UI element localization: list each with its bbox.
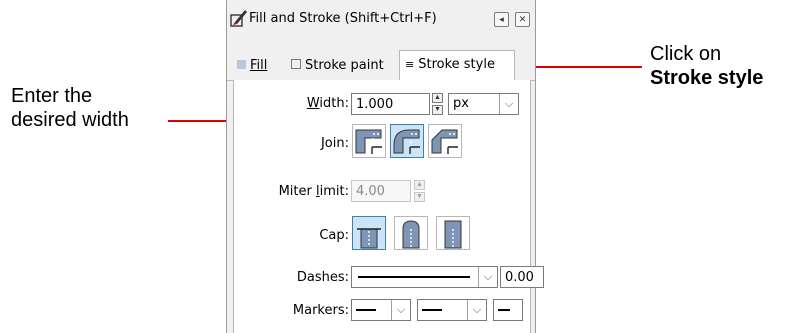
fill-and-stroke-dialog: Fill and Stroke (Shift+Ctrl+F) ◂ ✕ Fill … [226,0,544,333]
spin-down-icon[interactable]: ▼ [414,192,425,202]
spin-down-icon[interactable]: ▼ [432,105,443,115]
fill-swatch-icon [237,60,246,69]
square-cap-icon [444,220,462,249]
close-icon[interactable]: ✕ [515,12,530,27]
dialog-titlebar[interactable]: Fill and Stroke (Shift+Ctrl+F) ◂ ✕ [227,0,535,36]
dash-offset-input[interactable]: 0.00 [500,266,544,288]
miter-join-button[interactable] [352,124,386,158]
round-cap-button[interactable] [394,216,428,250]
chevron-down-icon: ⌵ [467,300,486,320]
callout-line: Stroke style [650,66,763,90]
stroke-style-icon: ≡ [405,58,415,71]
stroke-style-callout: Click on Stroke style [650,42,763,90]
dialog-title: Fill and Stroke (Shift+Ctrl+F) [249,11,437,26]
mid-marker-select[interactable]: ⌵ [417,299,487,321]
square-cap-button[interactable] [436,216,470,250]
spin-up-icon[interactable]: ▲ [432,93,443,103]
dash-pattern-preview [358,276,470,278]
miter-join-icon [355,129,382,154]
tab-label: Stroke style [418,57,495,72]
butt-cap-button[interactable] [352,216,386,250]
unit-select[interactable]: px ⌵ [448,93,519,115]
fill-stroke-icon [230,10,247,27]
width-input[interactable]: 1.000 [351,93,430,115]
width-callout: Enter the desired width [11,84,129,132]
dashes-label: Dashes: [296,270,349,285]
callout-line: Click on [650,43,722,65]
tab-label: Stroke paint [305,58,384,73]
callout-line: Enter the [11,85,93,107]
width-label: Width: [306,96,349,111]
chevron-down-icon: ⌵ [391,300,410,320]
tab-fill[interactable]: Fill [237,54,267,78]
miter-limit-spinner[interactable]: ▲ ▼ [414,180,425,202]
tab-bar: Fill Stroke paint ≡ Stroke style [227,50,535,81]
bevel-join-button[interactable] [428,124,462,158]
marker-preview [422,309,442,311]
stroke-style-panel: Width: 1.000 ▲ ▼ px ⌵ Join: Miter limit:… [233,80,544,333]
tab-stroke-style[interactable]: ≡ Stroke style [399,50,515,81]
chevron-down-icon: ⌵ [478,267,497,287]
round-join-button[interactable] [390,124,424,158]
callout-bold: Stroke style [650,67,764,89]
miter-limit-input[interactable]: 4.00 [351,180,411,202]
start-marker-select[interactable]: ⌵ [351,299,411,321]
chevron-down-icon: ⌵ [499,94,518,114]
callout-line: desired width [11,109,129,131]
round-join-icon [393,129,420,154]
dash-pattern-select[interactable]: ⌵ [351,266,498,288]
miter-limit-label: Miter limit: [278,184,349,199]
cap-label: Cap: [319,228,349,243]
stroke-swatch-icon [291,59,301,69]
spin-up-icon[interactable]: ▲ [414,180,425,190]
join-label: Join: [320,136,349,151]
tab-label: Fill [250,58,268,73]
round-cap-icon [402,220,420,249]
end-marker-select[interactable] [493,299,523,321]
butt-cap-icon [357,228,381,249]
marker-preview [498,309,510,311]
unit-value: px [453,96,469,111]
collapse-icon[interactable]: ◂ [494,12,509,27]
bevel-join-icon [431,129,458,154]
width-spinner[interactable]: ▲ ▼ [432,93,443,115]
markers-label: Markers: [292,303,349,318]
tab-stroke-paint[interactable]: Stroke paint [291,54,384,78]
marker-preview [356,309,376,311]
